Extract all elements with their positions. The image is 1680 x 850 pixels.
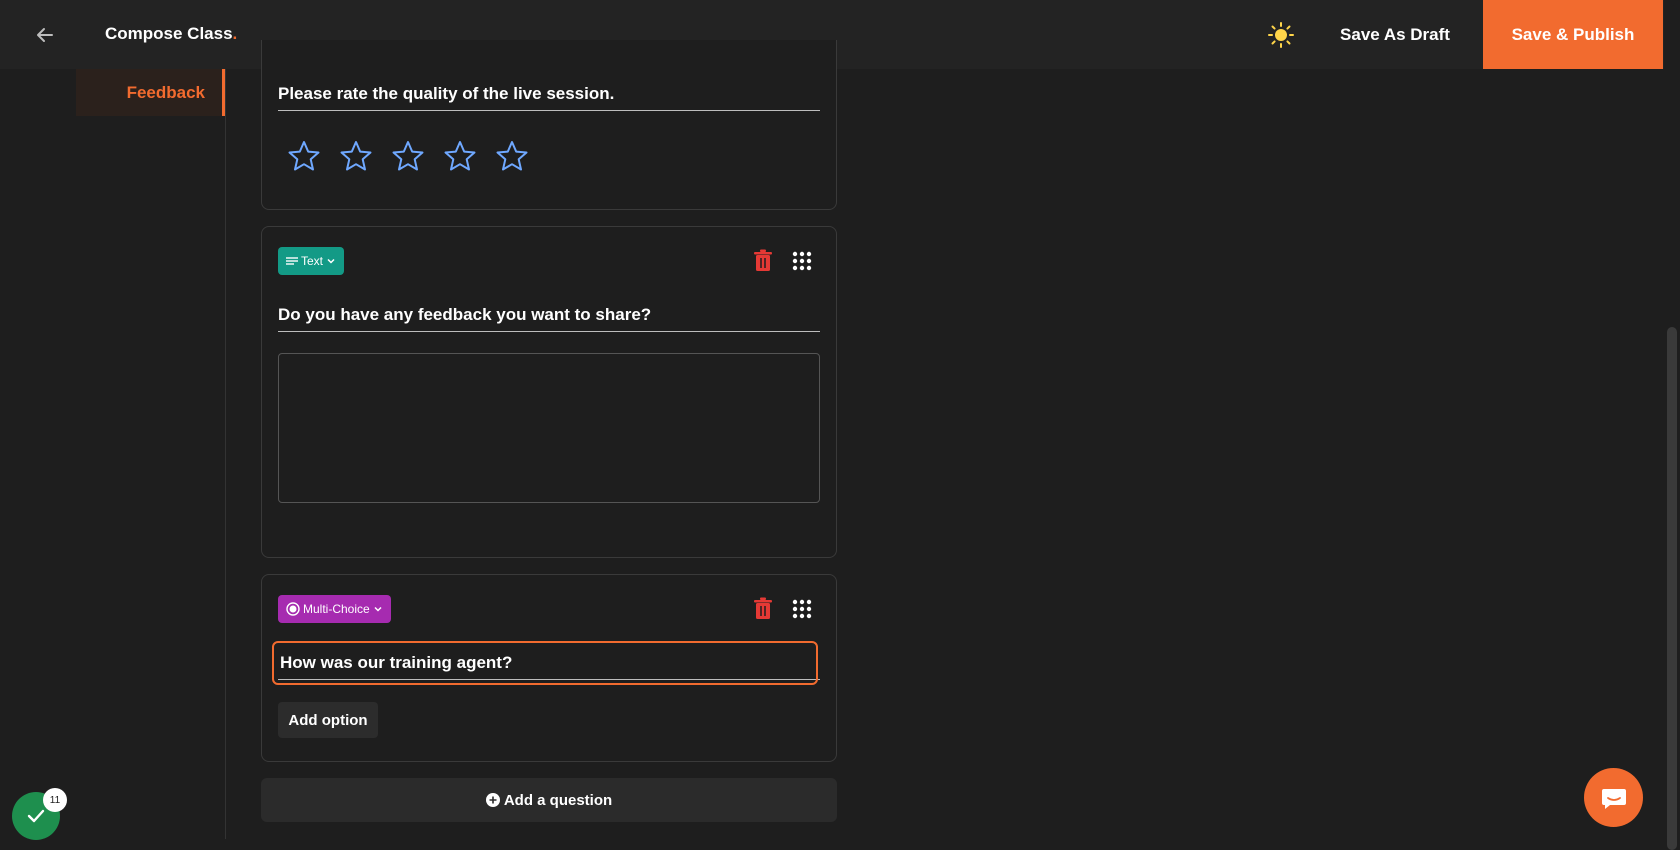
question-card-multi-choice: Multi-Choice How was our training agent?… [261,574,837,762]
trash-icon[interactable] [752,597,774,621]
radio-icon [286,602,300,616]
page-title: Compose Class. [105,24,237,44]
add-question-label: Add a question [503,791,613,809]
question-title[interactable]: Please rate the quality of the live sess… [278,84,820,111]
question-type-dropdown[interactable]: Multi-Choice [278,595,391,623]
sidebar-item-feedback[interactable]: Feedback [76,69,226,116]
chevron-down-icon [374,606,382,612]
title-dot: . [232,24,238,43]
sidebar-divider [225,69,226,839]
chevron-down-icon [327,258,335,264]
back-button[interactable] [30,20,60,50]
add-option-button[interactable]: Add option [278,702,378,738]
text-lines-icon [286,257,298,265]
star-rating [288,140,528,172]
star-icon[interactable] [340,140,372,172]
chat-icon [1601,788,1626,809]
page-title-text: Compose Class [105,24,233,43]
add-question-button[interactable]: Add a question [261,778,837,822]
arrow-left-icon [37,28,53,42]
theme-toggle-button[interactable] [1266,20,1296,50]
question-title[interactable]: Do you have any feedback you want to sha… [278,305,820,332]
save-as-draft-button[interactable]: Save As Draft [1320,0,1470,69]
question-type-label: Multi-Choice [303,602,370,616]
question-title-input[interactable]: How was our training agent? [272,641,818,685]
check-icon [27,809,45,823]
scrollbar-thumb[interactable] [1667,327,1677,850]
question-type-label: Text [301,254,324,268]
question-card-rating: Please rate the quality of the live sess… [261,40,837,210]
question-card-text: Text Do you have any feedback you want t… [261,226,837,558]
grid-dots-icon[interactable] [792,599,812,619]
star-icon[interactable] [288,140,320,172]
star-icon[interactable] [496,140,528,172]
save-and-publish-button[interactable]: Save & Publish [1483,0,1663,69]
plus-circle-icon [485,793,500,807]
notification-count-badge: 11 [43,788,67,812]
chat-button[interactable] [1584,768,1643,827]
question-type-dropdown[interactable]: Text [278,247,345,275]
grid-dots-icon[interactable] [792,251,812,271]
star-icon[interactable] [444,140,476,172]
feedback-textarea[interactable] [278,353,820,503]
sun-icon [1268,22,1294,48]
star-icon[interactable] [392,140,424,172]
top-bar: Compose Class. Save As Draft Save & Publ… [0,0,1680,69]
trash-icon[interactable] [752,249,774,273]
